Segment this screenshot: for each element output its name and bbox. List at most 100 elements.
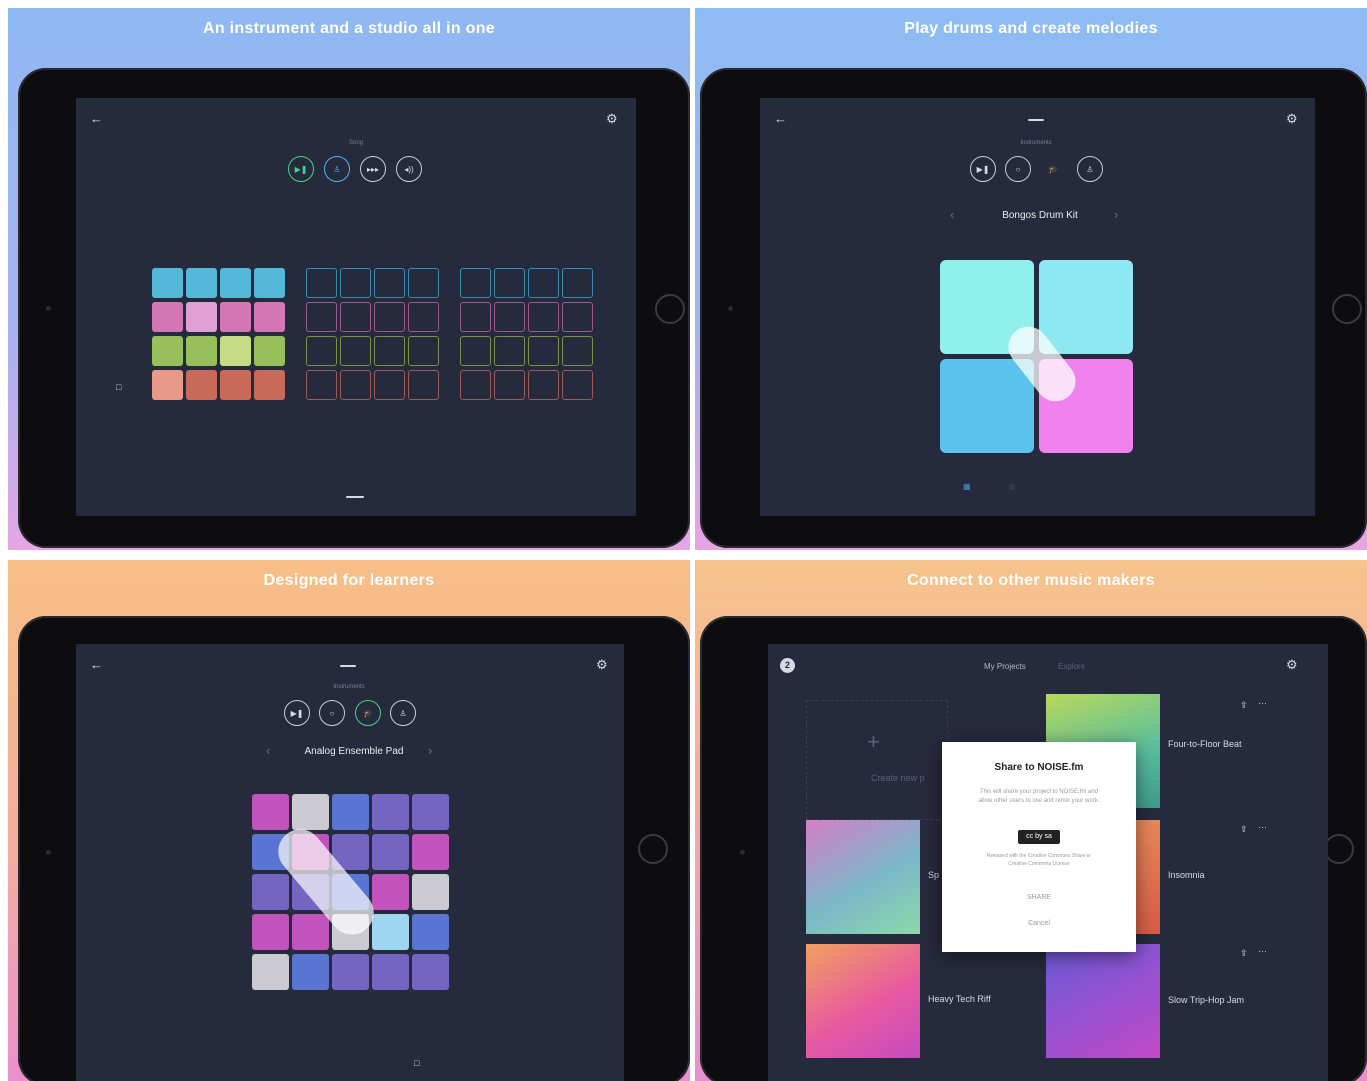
stop-icon[interactable]: □ [116, 380, 121, 394]
volume-knob-button[interactable]: ◂)) [396, 156, 422, 182]
drawer-handle[interactable] [340, 665, 356, 667]
pad[interactable] [412, 834, 449, 870]
pad[interactable] [220, 370, 251, 400]
pad[interactable] [340, 268, 371, 298]
learn-cap-icon[interactable]: 🎓 [355, 700, 381, 726]
pad[interactable] [254, 302, 285, 332]
home-button[interactable] [1324, 834, 1354, 864]
home-button[interactable] [1332, 294, 1362, 324]
pad[interactable] [152, 302, 183, 332]
pad[interactable] [306, 268, 337, 298]
drawer-handle[interactable] [1028, 119, 1044, 121]
pad[interactable] [528, 302, 559, 332]
pad[interactable] [252, 954, 289, 990]
pad[interactable] [220, 268, 251, 298]
pad[interactable] [186, 370, 217, 400]
pad[interactable] [494, 302, 525, 332]
pad[interactable] [460, 336, 491, 366]
share-icon[interactable]: ⇪ [1240, 698, 1248, 712]
pad[interactable] [408, 268, 439, 298]
pad[interactable] [220, 336, 251, 366]
pad[interactable] [340, 370, 371, 400]
chevron-left-icon[interactable]: ‹ [266, 744, 270, 758]
pad[interactable] [254, 370, 285, 400]
pad[interactable] [292, 954, 329, 990]
pad[interactable] [562, 336, 593, 366]
metronome-button[interactable]: ♙ [324, 156, 350, 182]
pad[interactable] [408, 336, 439, 366]
record-button[interactable]: ○ [1005, 156, 1031, 182]
back-arrow-icon[interactable]: ← [90, 112, 103, 126]
back-arrow-icon[interactable]: ← [90, 658, 103, 672]
metronome-button[interactable]: ♙ [1077, 156, 1103, 182]
pad[interactable] [372, 914, 409, 950]
pads-view-icon[interactable]: ▦ [963, 480, 971, 494]
drum-pad[interactable] [940, 359, 1034, 453]
gear-icon[interactable]: ⚙ [596, 658, 608, 672]
project-thumbnail[interactable] [806, 944, 920, 1058]
pad[interactable] [408, 370, 439, 400]
pad[interactable] [252, 874, 289, 910]
pad[interactable] [460, 370, 491, 400]
pad[interactable] [252, 794, 289, 830]
pad[interactable] [562, 302, 593, 332]
pad[interactable] [332, 954, 369, 990]
pad[interactable] [494, 336, 525, 366]
fast-forward-button[interactable]: ▸▸▸ [360, 156, 386, 182]
cancel-button[interactable]: Cancel [942, 920, 1136, 927]
pad[interactable] [412, 954, 449, 990]
pad[interactable] [372, 834, 409, 870]
pad[interactable] [562, 370, 593, 400]
pad[interactable] [332, 794, 369, 830]
share-icon[interactable]: ⇪ [1240, 822, 1248, 836]
drum-pad[interactable] [1039, 260, 1133, 354]
pad[interactable] [306, 370, 337, 400]
pad[interactable] [186, 336, 217, 366]
pad[interactable] [372, 874, 409, 910]
pad[interactable] [254, 336, 285, 366]
pad[interactable] [252, 914, 289, 950]
pad[interactable] [254, 268, 285, 298]
drawer-handle[interactable] [346, 496, 364, 498]
tab-my-projects[interactable]: My Projects [984, 662, 1026, 671]
chevron-right-icon[interactable]: › [428, 744, 432, 758]
pad[interactable] [494, 370, 525, 400]
learn-cap-icon[interactable]: 🎓 [1040, 156, 1066, 182]
tab-explore[interactable]: Explore [1058, 662, 1085, 671]
chevron-left-icon[interactable]: ‹ [950, 208, 954, 222]
pad[interactable] [340, 336, 371, 366]
pad[interactable] [528, 370, 559, 400]
pad[interactable] [186, 268, 217, 298]
play-pause-button[interactable]: ▶❚ [970, 156, 996, 182]
more-icon[interactable]: ··· [1258, 820, 1267, 834]
pad[interactable] [374, 302, 405, 332]
more-icon[interactable]: ··· [1258, 944, 1267, 958]
pad[interactable] [494, 268, 525, 298]
gear-icon[interactable]: ⚙ [606, 112, 618, 126]
pad[interactable] [152, 336, 183, 366]
pad[interactable] [292, 794, 329, 830]
more-icon[interactable]: ··· [1258, 696, 1267, 710]
project-thumbnail[interactable] [806, 820, 920, 934]
share-icon[interactable]: ⇪ [1240, 946, 1248, 960]
pad[interactable] [562, 268, 593, 298]
pad[interactable] [412, 874, 449, 910]
pad[interactable] [374, 336, 405, 366]
pad[interactable] [460, 302, 491, 332]
share-button[interactable]: SHARE [942, 894, 1136, 901]
pad[interactable] [412, 794, 449, 830]
pad[interactable] [372, 954, 409, 990]
pad[interactable] [306, 302, 337, 332]
pad[interactable] [460, 268, 491, 298]
pad[interactable] [220, 302, 251, 332]
home-button[interactable] [655, 294, 685, 324]
pad[interactable] [528, 336, 559, 366]
chevron-right-icon[interactable]: › [1114, 208, 1118, 222]
home-button[interactable] [638, 834, 668, 864]
pad[interactable] [374, 268, 405, 298]
pad[interactable] [152, 268, 183, 298]
pad[interactable] [152, 370, 183, 400]
play-pause-button[interactable]: ▶❚ [288, 156, 314, 182]
record-button[interactable]: ○ [319, 700, 345, 726]
create-new-project-card[interactable]: + Create new p [806, 700, 948, 820]
